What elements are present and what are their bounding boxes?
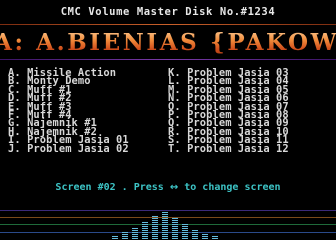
analyzer-bar-segment xyxy=(162,236,168,237)
top-divider xyxy=(0,24,336,25)
analyzer-bar-segment xyxy=(112,238,118,239)
analyzer-bar-segment xyxy=(162,222,168,223)
analyzer-bar-segment xyxy=(172,238,178,239)
status-press-text: . Press xyxy=(115,182,170,193)
analyzer-bar-segment xyxy=(192,234,198,235)
analyzer-bar-segment xyxy=(162,238,168,239)
analyzer-bar-segment xyxy=(122,238,128,239)
program-item-j[interactable]: J. Problem Jasia 02 xyxy=(8,143,129,154)
analyzer-bar-segment xyxy=(152,234,158,235)
scroll-banner: A: A.BIENIAS {PAKOWANI xyxy=(0,29,336,57)
analyzer-bar-segment xyxy=(202,234,208,235)
analyzer-bar-segment xyxy=(162,214,168,215)
analyzer-bar-segment xyxy=(152,222,158,223)
analyzer-bar-segment xyxy=(172,220,178,221)
program-item-t[interactable]: T. Problem Jasia 12 xyxy=(168,143,289,154)
analyzer-bar-segment xyxy=(152,218,158,219)
analyzer-bar-segment xyxy=(132,236,138,237)
analyzer-bar-segment xyxy=(172,224,178,225)
program-list-right: K. Problem Jasia 03 L. Problem Jasia 04 … xyxy=(168,68,289,154)
analyzer-bar-segment xyxy=(172,222,178,223)
banner-divider xyxy=(0,59,336,60)
analyzer-bar-segment xyxy=(172,234,178,235)
analyzer-bar-segment xyxy=(192,232,198,233)
status-action-text: to change screen xyxy=(178,182,281,193)
analyzer-bar-segment xyxy=(122,232,128,233)
analyzer-bar-segment xyxy=(162,232,168,233)
analyzer-bar-segment xyxy=(172,228,178,229)
analyzer-bar-segment xyxy=(142,228,148,229)
analyzer-bar-segment xyxy=(162,216,168,217)
analyzer-bar-segment xyxy=(132,228,138,229)
analyzer-bar-segment xyxy=(152,238,158,239)
analyzer-bar-segment xyxy=(152,230,158,231)
analyzer-bar-segment xyxy=(182,234,188,235)
analyzer-bar-segment xyxy=(142,232,148,233)
analyzer-bar-segment xyxy=(122,234,128,235)
analyzer-bar-segment xyxy=(142,226,148,227)
analyzer-bar-segment xyxy=(202,238,208,239)
scroll-banner-text: A: A.BIENIAS {PAKOWANI xyxy=(0,29,336,57)
analyzer-bar-segment xyxy=(182,224,188,225)
program-list-left: A. Missile Action B. Monty Demo C. Muff … xyxy=(8,68,129,154)
analyzer-bar-segment xyxy=(182,226,188,227)
analyzer-bar-segment xyxy=(182,232,188,233)
analyzer-bar-segment xyxy=(132,232,138,233)
analyzer-bar-segment xyxy=(162,224,168,225)
analyzer-bar-segment xyxy=(162,228,168,229)
analyzer-bars xyxy=(112,212,218,239)
analyzer-bar-segment xyxy=(172,236,178,237)
analyzer-bar-segment xyxy=(212,238,218,239)
analyzer-bar-segment xyxy=(202,236,208,237)
analyzer-bar-segment xyxy=(132,230,138,231)
analyzer-bar-segment xyxy=(152,226,158,227)
analyzer-bar-segment xyxy=(152,228,158,229)
analyzer-bar-segment xyxy=(182,238,188,239)
analyzer-bar-segment xyxy=(162,218,168,219)
analyzer-bar-segment xyxy=(172,226,178,227)
header-title: CMC Volume Master Disk No.#1234 xyxy=(60,6,276,18)
analyzer-bar-segment xyxy=(152,236,158,237)
analyzer-bar-segment xyxy=(192,236,198,237)
analyzer-bar-segment xyxy=(162,226,168,227)
analyzer-line-amber xyxy=(0,217,336,218)
status-line: Screen #02 . Press ↔ to change screen xyxy=(0,182,336,193)
analyzer-bar-segment xyxy=(152,232,158,233)
screen-indicator: Screen #02 xyxy=(55,182,116,193)
analyzer-bar-segment xyxy=(142,234,148,235)
analyzer-bar-segment xyxy=(112,236,118,237)
analyzer-bar-segment xyxy=(192,238,198,239)
left-right-arrows-icon: ↔ xyxy=(169,182,179,193)
analyzer-bar-segment xyxy=(142,230,148,231)
analyzer-bar-segment xyxy=(132,238,138,239)
analyzer-bar-segment xyxy=(142,222,148,223)
analyzer-bar-segment xyxy=(162,212,168,213)
analyzer-bar-segment xyxy=(162,234,168,235)
analyzer-bar-segment xyxy=(162,230,168,231)
analyzer-bar-segment xyxy=(182,230,188,231)
analyzer-bar-segment xyxy=(172,232,178,233)
spectrum-analyzer xyxy=(0,203,336,240)
analyzer-bar-segment xyxy=(142,238,148,239)
analyzer-bar-segment xyxy=(182,228,188,229)
analyzer-bar-segment xyxy=(212,236,218,237)
analyzer-line-violet xyxy=(0,210,336,211)
analyzer-bar-segment xyxy=(152,216,158,217)
analyzer-bar-segment xyxy=(192,230,198,231)
analyzer-bar-segment xyxy=(132,234,138,235)
analyzer-bar-segment xyxy=(122,236,128,237)
analyzer-bar-segment xyxy=(162,220,168,221)
analyzer-bar-segment xyxy=(152,220,158,221)
spectrum-analyzer-graphic xyxy=(0,210,336,239)
analyzer-bar-segment xyxy=(182,236,188,237)
analyzer-bar-segment xyxy=(172,230,178,231)
analyzer-bar-segment xyxy=(142,236,148,237)
analyzer-bar-segment xyxy=(172,218,178,219)
analyzer-bar-segment xyxy=(142,224,148,225)
analyzer-bar-segment xyxy=(152,224,158,225)
